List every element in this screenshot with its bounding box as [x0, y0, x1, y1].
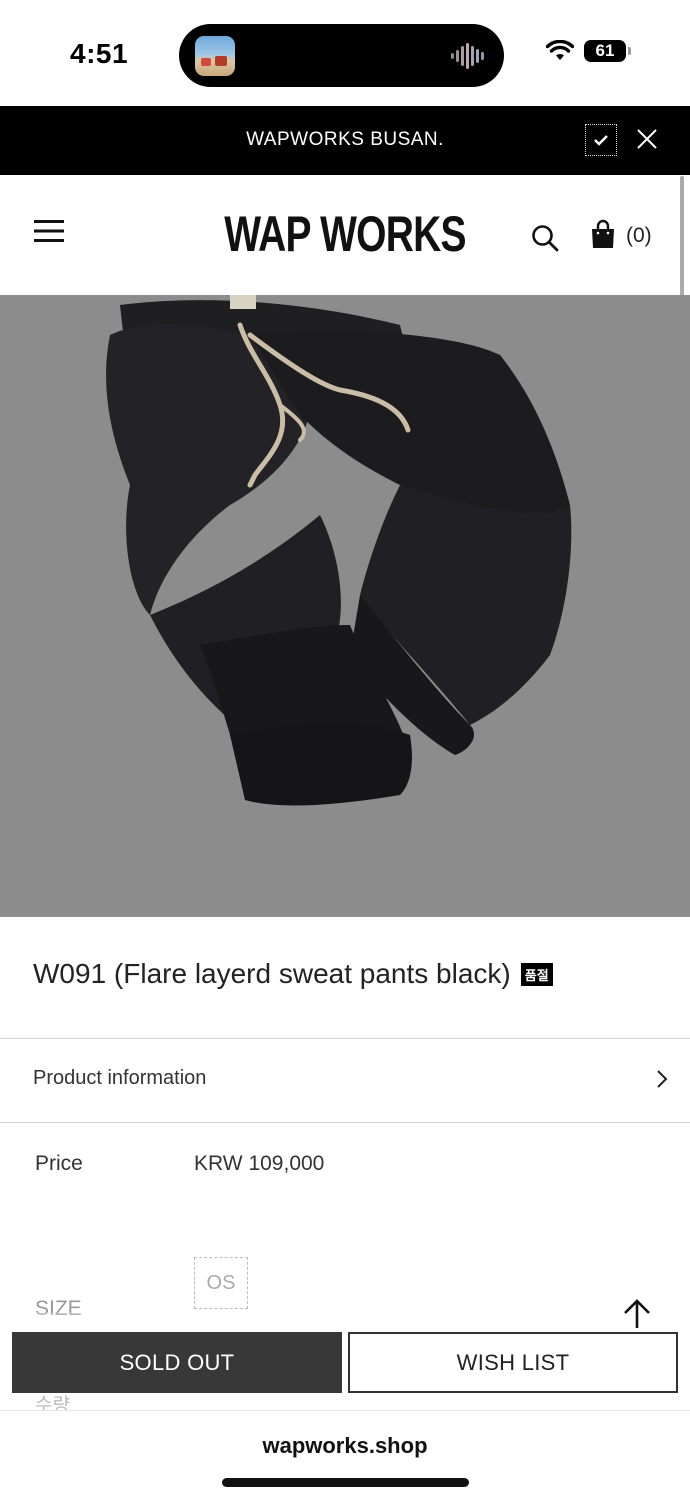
size-option-os[interactable]: OS [194, 1257, 248, 1309]
status-bar: 4:51 61 [0, 0, 690, 106]
cart-icon[interactable] [591, 219, 615, 249]
product-information-label: Product information [33, 1067, 207, 1089]
dynamic-island[interactable] [179, 24, 504, 87]
price-label: Price [35, 1152, 83, 1175]
browser-address-bar: wapworks.shop [0, 1410, 690, 1500]
wifi-icon [546, 40, 574, 60]
chevron-right-icon [657, 1070, 668, 1088]
wish-list-button[interactable]: WISH LIST [348, 1332, 678, 1393]
price-value: KRW 109,000 [194, 1152, 325, 1175]
product-information-row[interactable]: Product information [0, 1039, 690, 1122]
product-image[interactable] [0, 295, 690, 917]
search-icon[interactable] [531, 224, 559, 252]
now-playing-thumbnail [195, 36, 235, 76]
close-icon[interactable] [634, 126, 660, 152]
home-indicator[interactable] [222, 1478, 469, 1487]
announcement-bar: WAPWORKS BUSAN. [0, 106, 690, 175]
check-icon[interactable] [585, 124, 617, 156]
sold-out-button[interactable]: SOLD OUT [12, 1332, 342, 1393]
product-title: W091 (Flare layerd sweat pants black) [33, 958, 511, 989]
battery-icon: 61 [584, 40, 631, 62]
divider [0, 1122, 690, 1123]
pants-illustration [106, 295, 572, 806]
product-title-row: W091 (Flare layerd sweat pants black) 품절 [33, 958, 553, 990]
site-header: WAP WORKS (0) [0, 175, 690, 295]
sold-out-badge: 품절 [520, 962, 553, 986]
status-time: 4:51 [70, 38, 129, 69]
url-text[interactable]: wapworks.shop [0, 1433, 690, 1459]
menu-icon[interactable] [34, 220, 64, 242]
arrow-up-icon[interactable] [622, 1298, 652, 1330]
audio-wave-icon [451, 43, 484, 69]
cart-count[interactable]: (0) [626, 224, 652, 248]
status-indicators: 61 [546, 40, 631, 62]
